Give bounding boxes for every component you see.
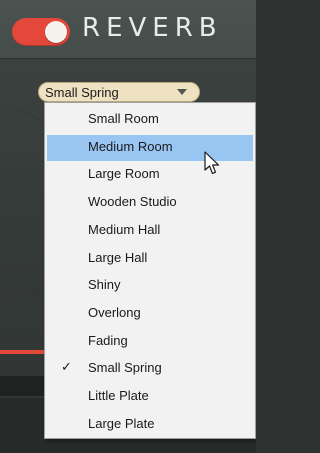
dropdown-option[interactable]: Wooden Studio	[47, 190, 253, 216]
preset-select[interactable]: Small Spring	[38, 82, 200, 102]
dropdown-option-label: Large Hall	[88, 249, 148, 265]
dropdown-option-label: Medium Hall	[88, 221, 161, 237]
dropdown-option-label: Medium Room	[88, 138, 173, 154]
dropdown-option-label: Overlong	[88, 304, 141, 320]
checkmark-icon: ✓	[61, 360, 72, 376]
dropdown-option[interactable]: Small Room	[47, 107, 253, 133]
dropdown-option-label: Small Room	[88, 111, 159, 126]
header-divider	[0, 58, 256, 59]
dropdown-option-label: Shiny	[88, 277, 121, 293]
preset-select-value: Small Spring	[45, 85, 119, 100]
dropdown-option[interactable]: Little Plate	[47, 384, 253, 410]
preset-dropdown-menu: Small Room Medium Room Large Room Wooden St…	[44, 102, 256, 439]
dropdown-option[interactable]: Medium Hall	[47, 218, 253, 244]
power-toggle-button[interactable]	[12, 18, 70, 46]
reverb-panel: REVERB Small Spring Small Room Medium Roo…	[0, 0, 256, 453]
header-bar: REVERB	[0, 0, 256, 58]
dropdown-option[interactable]: Large Room	[47, 162, 253, 188]
dropdown-option[interactable]: Shiny	[47, 273, 253, 299]
dropdown-option-label: Small Spring	[88, 360, 162, 376]
dropdown-option[interactable]: Large Plate	[47, 412, 253, 438]
dropdown-option[interactable]: Overlong	[47, 301, 253, 327]
dropdown-option[interactable]: Large Hall	[47, 246, 253, 272]
mouse-pointer-icon	[204, 151, 220, 175]
dropdown-option[interactable]: Medium Room	[47, 134, 253, 161]
dropdown-option-label: Fading	[88, 332, 128, 348]
dropdown-option-label: Little Plate	[88, 388, 149, 403]
dropdown-option-label: Large Room	[88, 166, 160, 182]
dropdown-option[interactable]: ✓ Small Spring	[47, 356, 253, 382]
chevron-down-icon[interactable]	[177, 89, 187, 95]
panel-title: REVERB	[82, 13, 223, 43]
dropdown-option-label: Wooden Studio	[88, 194, 177, 210]
dropdown-option[interactable]: Fading	[47, 329, 253, 355]
power-toggle-knob-icon	[45, 21, 67, 43]
dropdown-option-label: Large Plate	[88, 415, 155, 431]
